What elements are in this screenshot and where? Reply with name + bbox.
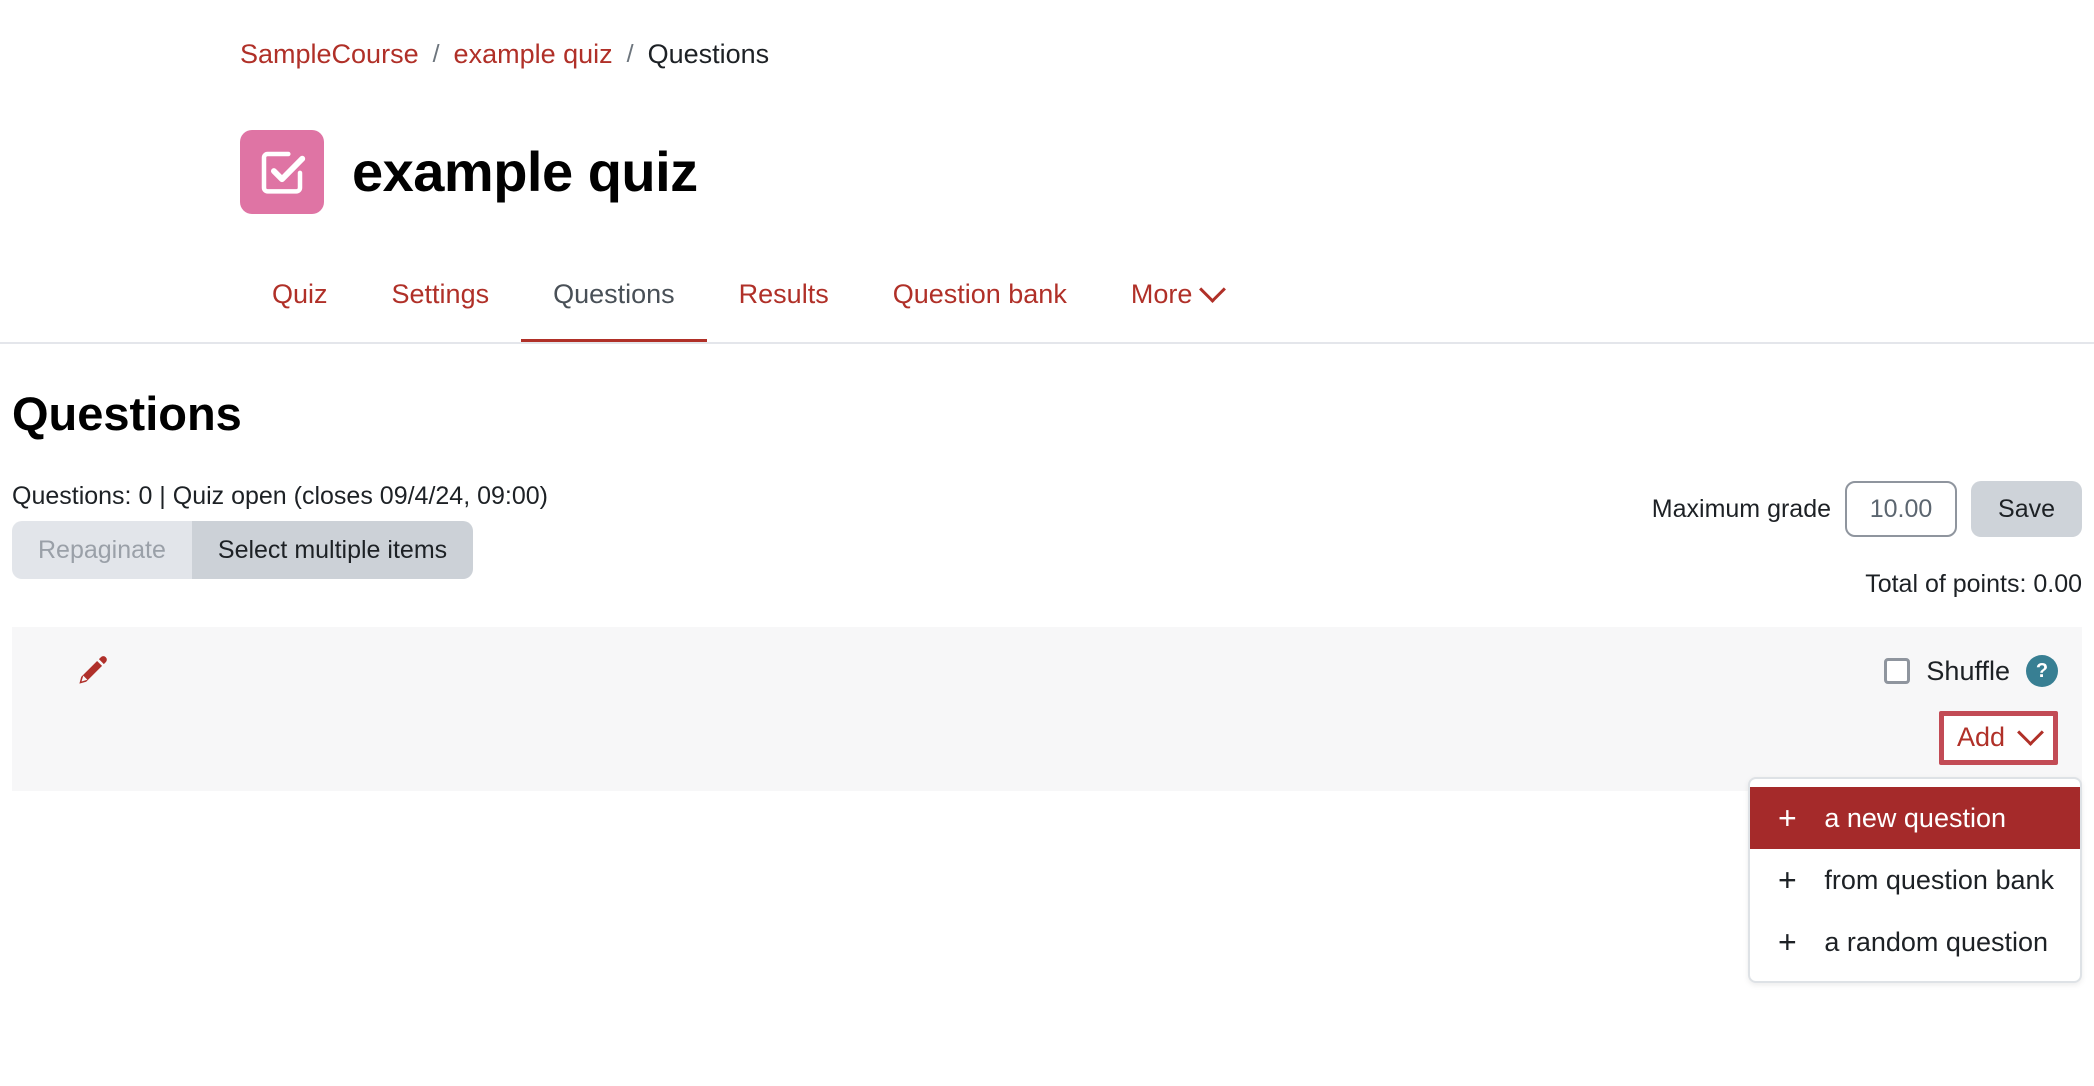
questions-heading: Questions — [12, 387, 242, 441]
tab-settings[interactable]: Settings — [360, 278, 522, 344]
menu-item-from-question-bank[interactable]: + from question bank — [1750, 849, 2080, 911]
meta-row: Questions: 0 | Quiz open (closes 09/4/24… — [12, 481, 2082, 599]
tab-label: Results — [738, 279, 829, 310]
menu-item-label: a new question — [1824, 803, 2006, 833]
chevron-down-icon — [2017, 718, 2044, 746]
tab-quiz[interactable]: Quiz — [240, 278, 360, 344]
maximum-grade-label: Maximum grade — [1651, 494, 1832, 523]
tab-questions[interactable]: Questions — [521, 278, 707, 345]
menu-item-a-random-question[interactable]: + a random question — [1750, 911, 2080, 973]
add-question-button[interactable]: Add — [1938, 711, 2058, 766]
breadcrumb-separator: / — [626, 40, 634, 68]
tab-question-bank[interactable]: Question bank — [861, 278, 1099, 344]
add-button-label: Add — [1956, 722, 2005, 753]
menu-item-a-new-question[interactable]: + a new question — [1750, 787, 2080, 849]
tab-label: Question bank — [892, 279, 1067, 310]
breadcrumb: SampleCourse / example quiz / Questions — [240, 38, 2094, 70]
total-points-text: Total of points: 0.00 — [1865, 570, 2082, 599]
breadcrumb-separator: / — [432, 40, 440, 68]
select-multiple-items-button[interactable]: Select multiple items — [191, 521, 474, 580]
tab-results[interactable]: Results — [707, 278, 861, 344]
breadcrumb-item-quiz[interactable]: example quiz — [454, 38, 613, 70]
main-content: Questions Questions: 0 | Quiz open (clos… — [0, 386, 2094, 792]
shuffle-checkbox[interactable] — [1884, 658, 1911, 685]
page-title: example quiz — [352, 139, 698, 203]
tab-label: More — [1130, 279, 1193, 310]
section-band-top-row: Shuffle ? — [74, 653, 2058, 689]
tab-label: Questions — [553, 279, 675, 310]
quiz-checkbox-icon — [240, 129, 324, 214]
title-row: example quiz — [240, 103, 2094, 240]
shuffle-group: Shuffle ? — [1884, 655, 2058, 688]
meta-left: Questions: 0 | Quiz open (closes 09/4/24… — [12, 481, 548, 580]
plus-icon: + — [1778, 924, 1797, 960]
activity-tabs: Quiz Settings Questions Results Question… — [0, 275, 2094, 345]
plus-icon: + — [1778, 800, 1797, 836]
page-header: SampleCourse / example quiz / Questions … — [0, 0, 2094, 240]
tab-label: Quiz — [272, 279, 328, 310]
quiz-status-text: Questions: 0 | Quiz open (closes 09/4/24… — [12, 482, 548, 511]
shuffle-label: Shuffle — [1926, 656, 2010, 687]
header-divider — [0, 342, 2094, 345]
page-root: SampleCourse / example quiz / Questions … — [0, 0, 2094, 1086]
breadcrumb-item-course[interactable]: SampleCourse — [240, 38, 419, 70]
breadcrumb-item-current: Questions — [647, 39, 770, 69]
actions-row: Repaginate Select multiple items — [12, 521, 548, 580]
section-band-bottom-row: Add — [74, 711, 2058, 766]
tabs-list: Quiz Settings Questions Results Question… — [240, 275, 2094, 345]
plus-icon: + — [1778, 862, 1797, 898]
maximum-grade-input[interactable] — [1845, 481, 1958, 538]
help-icon[interactable]: ? — [2026, 655, 2058, 688]
repaginate-button[interactable]: Repaginate — [12, 521, 192, 580]
chevron-down-icon — [1199, 275, 1227, 303]
pencil-icon[interactable] — [74, 653, 110, 689]
maximum-grade-row: Maximum grade Save — [1651, 481, 2082, 538]
add-question-dropdown-menu: + a new question + from question bank + … — [1748, 777, 2082, 983]
grade-block: Maximum grade Save Total of points: 0.00 — [1652, 481, 2082, 599]
menu-item-label: from question bank — [1824, 865, 2054, 895]
menu-item-label: a random question — [1824, 927, 2049, 957]
quiz-section-band: Shuffle ? Add — [12, 627, 2082, 792]
tab-more[interactable]: More — [1099, 275, 1255, 344]
save-button[interactable]: Save — [1971, 481, 2082, 538]
tab-label: Settings — [391, 279, 490, 310]
